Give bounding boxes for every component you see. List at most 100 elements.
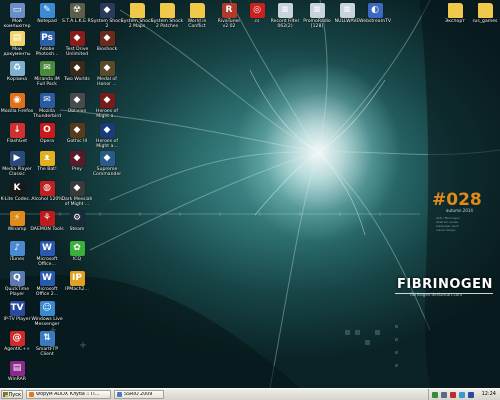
- desktop-icon[interactable]: ◆ Test Drive Unlimited: [62, 31, 92, 57]
- desktop-icon[interactable]: System Shock 2 Maps: [121, 3, 153, 29]
- desktop-icon[interactable]: Q QuickTime Player: [2, 271, 32, 297]
- desktop-icon[interactable]: ᴥ The Bat!: [32, 151, 62, 172]
- my-documents-icon: ▤: [9, 31, 25, 46]
- desktop-icon-label: FlashGet: [6, 139, 28, 144]
- desktop-icon[interactable]: ♻ Корзина: [2, 61, 32, 82]
- desktop-icon[interactable]: ▤ Мои документы: [2, 31, 32, 57]
- desktop-icon[interactable]: ☺ Windows Live Messenger: [31, 301, 63, 327]
- taskbar-button-forum[interactable]: Форум ADDX Клуба :: П...: [26, 390, 111, 399]
- volume-icon[interactable]: [441, 391, 447, 398]
- desktop-icon[interactable]: ▭ Мой компьютер: [2, 3, 32, 29]
- desktop-icon[interactable]: ◍ Alcohol 120%: [31, 181, 63, 202]
- desktop-icon[interactable]: ◉ Mozilla Firefox: [0, 93, 34, 114]
- desktop-icon-label: Мой компьютер: [3, 19, 31, 29]
- desktop-icon[interactable]: W Microsoft Office...: [32, 241, 62, 267]
- desktop-icon-label: System Shock 2: [90, 19, 124, 29]
- alcohol-icon: ◍: [39, 181, 55, 196]
- desktop-icon[interactable]: ≡ Record Filter 062(2): [270, 3, 300, 29]
- desktop-icon[interactable]: O Opera: [32, 123, 62, 144]
- desktop-icon[interactable]: ◆ Gothic III: [62, 123, 92, 144]
- desktop-icon-label: QuickTime Player: [4, 287, 30, 297]
- desktop-icon[interactable]: ✎ Notepad: [32, 3, 62, 24]
- computer-icon: ▭: [9, 3, 25, 18]
- winrar-icon: ▤: [9, 361, 25, 376]
- desktop-icon[interactable]: ◆ Prey: [62, 151, 92, 172]
- desktop-icon[interactable]: ⚙ Steam: [62, 211, 92, 232]
- desktop-icon[interactable]: ✉ Mozilla Thunderbird: [32, 93, 62, 119]
- browser-icon: [29, 392, 34, 397]
- desktop-icon[interactable]: ♪ iTunes: [2, 241, 32, 262]
- start-button[interactable]: Пуск: [1, 390, 23, 399]
- desktop-icon[interactable]: ◐ WebstreamTV: [359, 3, 391, 24]
- desktop-icon-label: Opera: [39, 139, 55, 144]
- desktop-icon-label: AgentIC++: [4, 347, 30, 352]
- desktop-icon[interactable]: ✉ Miranda IM Full Pack: [32, 61, 62, 87]
- desktop-icon[interactable]: Экспорт: [440, 3, 470, 24]
- desktop-icon[interactable]: R RivaTuner v2.02: [214, 3, 244, 29]
- desktop-icon[interactable]: @ AgentIC++: [2, 331, 32, 352]
- desktop-icon[interactable]: ◆ Bioshock: [92, 31, 122, 52]
- desktop-icon[interactable]: ◆ Dark Messiah of Might ...: [62, 181, 92, 207]
- desktop-icon-label: Microsoft Office 2...: [35, 287, 59, 297]
- desktop-icon[interactable]: IP IPMach2...: [62, 271, 92, 292]
- game-icon: ◆: [99, 123, 115, 138]
- desktop-icon-label: iTunes: [9, 257, 25, 262]
- language-icon[interactable]: [468, 391, 474, 398]
- desktop-icon-label: ICQ: [72, 257, 82, 262]
- daemon-tools-icon: ⚘: [39, 211, 55, 226]
- desktop-icon-label: IP-TV Player: [3, 317, 31, 322]
- desktop-icon[interactable]: ▶ Media Player Classic: [2, 151, 32, 177]
- desktop-icon[interactable]: ◆ Medal of Honor ...: [92, 61, 122, 87]
- taskbar-button-window[interactable]: SSRIO 2009: [114, 390, 164, 399]
- desktop-icon-label: The Bat!: [37, 167, 57, 172]
- desktop-icon-label: Мои документы: [3, 47, 31, 57]
- folder-icon: [159, 3, 175, 18]
- desktop-icon[interactable]: ≡ PromoRadio [128]: [302, 3, 332, 29]
- desktop-icon[interactable]: ⚘ DAEMON Tools: [30, 211, 64, 232]
- agent-icon: @: [9, 331, 25, 346]
- window-icon: [117, 392, 122, 397]
- desktop-icon[interactable]: ◆ Two Worlds: [62, 61, 92, 82]
- desktop-icon-label: Heroes of Might a...: [96, 139, 118, 149]
- desktop-icon[interactable]: ☢ S.T.A.L.K.E.R.: [62, 3, 92, 24]
- messenger-icon[interactable]: [459, 391, 465, 398]
- desktop-icon[interactable]: ◆ Supreme Commander: [92, 151, 122, 177]
- desktop-icon[interactable]: World in Conflict: [182, 3, 212, 29]
- desktop-icon-label: Miranda IM Full Pack: [34, 77, 60, 87]
- desktop-icon-label: K-Lite Codec...: [0, 197, 34, 202]
- desktop-icon[interactable]: ◆ Oblivion: [62, 93, 92, 114]
- desktop-icon[interactable]: ⇅ SmartFTP Client: [32, 331, 62, 357]
- itunes-icon: ♪: [9, 241, 25, 256]
- desktop-icon[interactable]: K K-Lite Codec...: [0, 181, 34, 202]
- desktop-icon[interactable]: ◆ System Shock 2: [90, 3, 124, 29]
- desktop-icon[interactable]: TV IP-TV Player: [2, 301, 32, 322]
- wallpaper-brand-subtitle: autumn 2014: [446, 208, 473, 213]
- desktop-icon[interactable]: ◆ Heroes of Might a...: [92, 123, 122, 149]
- desktop-icon-label: Bioshock: [96, 47, 118, 52]
- desktop-icon-label: Alcohol 120%: [31, 197, 63, 202]
- miranda-icon: ✉: [39, 61, 55, 76]
- antivirus-icon[interactable]: [450, 391, 456, 398]
- desktop-icon[interactable]: W Microsoft Office 2...: [32, 271, 62, 297]
- desktop-icon[interactable]: Ps Adobe Photosh...: [32, 31, 62, 57]
- folder-icon: [129, 3, 145, 18]
- desktop-icon-label: Steam: [69, 227, 85, 232]
- desktop-icon[interactable]: ↓ FlashGet: [2, 123, 32, 144]
- desktop-icon[interactable]: rus_games: [470, 3, 500, 24]
- desktop-icon-label: Экспорт: [445, 19, 465, 24]
- clock[interactable]: 12:24: [482, 391, 496, 397]
- desktop-icon[interactable]: ✿ ICQ: [62, 241, 92, 262]
- taskbar: Пуск Форум ADDX Клуба :: П... SSRIO 2009…: [0, 388, 500, 400]
- wallpaper-brand-tagline: fibrinogen.deviantart.com: [410, 292, 463, 297]
- desktop-icon[interactable]: System Shock 2 Patches: [151, 3, 183, 29]
- desktop-icon-label: Mozilla Firefox: [0, 109, 34, 114]
- folder-icon: [447, 3, 463, 18]
- desktop-icon-label: SmartFTP Client: [35, 347, 59, 357]
- desktop-icon[interactable]: ⚡ Winamp: [2, 211, 32, 232]
- desktop-icon-label: S.T.A.L.K.E.R.: [62, 19, 92, 24]
- desktop-icon[interactable]: ▤ WinRAR: [2, 361, 32, 382]
- start-label: Пуск: [8, 391, 22, 398]
- desktop-icon[interactable]: ◆ Heroes of Might a...: [92, 93, 122, 119]
- network-icon[interactable]: [432, 391, 438, 398]
- windows-logo-icon: [3, 392, 8, 397]
